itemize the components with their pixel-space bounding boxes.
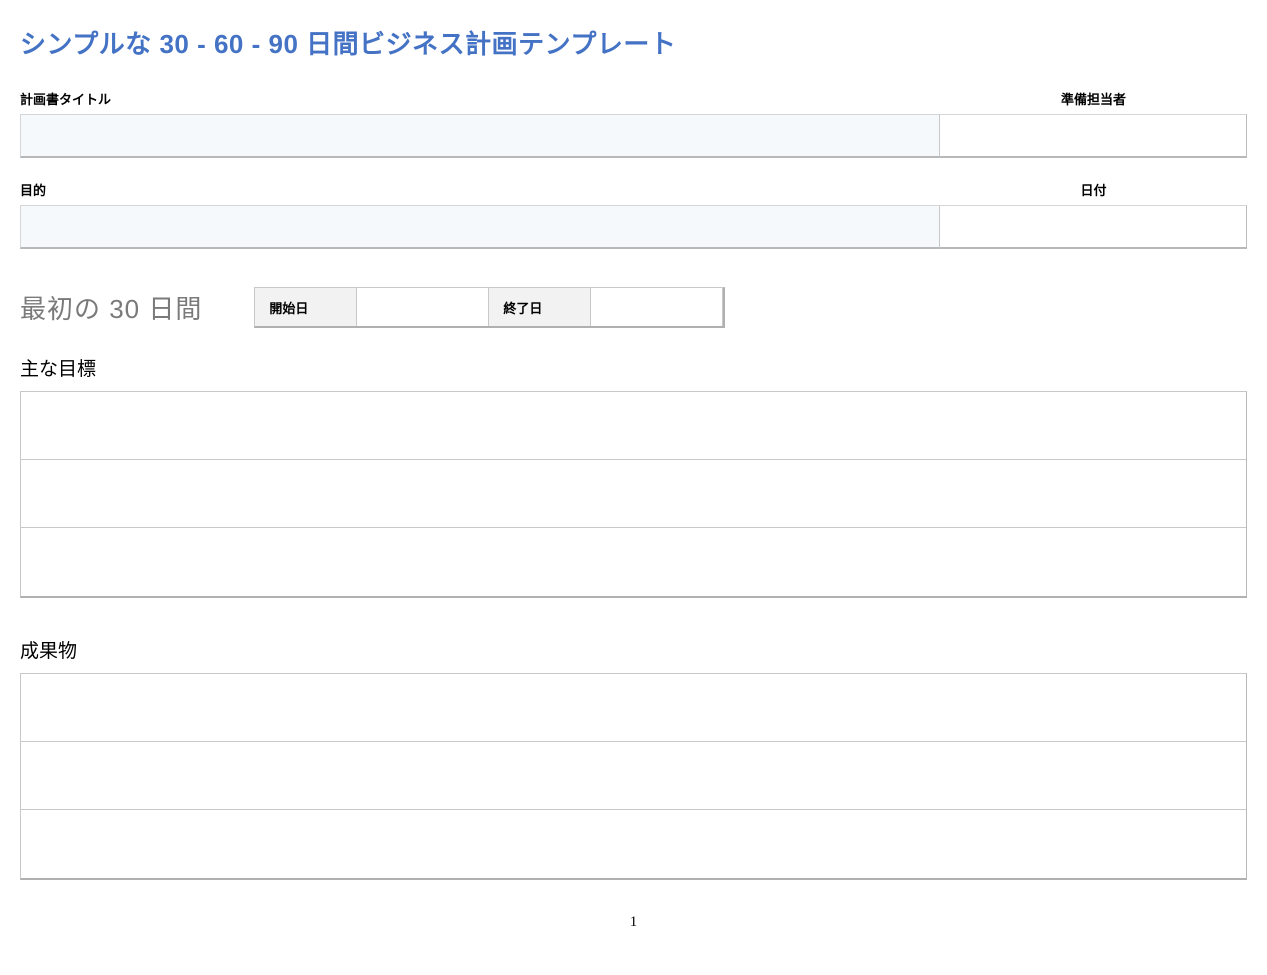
page-number: 1 xyxy=(20,914,1247,931)
page-title: シンプルな 30 - 60 - 90 日間ビジネス計画テンプレート xyxy=(20,24,1247,61)
header-row-title: 計画書タイトル 準備担当者 xyxy=(20,89,1247,158)
section-title-first-30-days: 最初の 30 日間 xyxy=(20,289,202,326)
goal-row-3[interactable] xyxy=(21,528,1246,596)
header-row-purpose: 目的 日付 xyxy=(20,180,1247,249)
section-head-row: 最初の 30 日間 開始日 終了日 xyxy=(20,287,1247,328)
goals-table xyxy=(20,391,1247,598)
heading-deliverables: 成果物 xyxy=(20,636,1247,663)
label-end-date: 終了日 xyxy=(489,288,591,326)
input-end-date[interactable] xyxy=(591,288,723,326)
label-prepared-by: 準備担当者 xyxy=(940,89,1247,108)
label-date: 日付 xyxy=(940,180,1247,199)
input-purpose[interactable] xyxy=(20,205,940,249)
goal-row-2[interactable] xyxy=(21,460,1246,528)
deliverable-row-3[interactable] xyxy=(21,810,1246,878)
deliverable-row-2[interactable] xyxy=(21,742,1246,810)
label-start-date: 開始日 xyxy=(255,288,357,326)
heading-main-goals: 主な目標 xyxy=(20,354,1247,381)
input-date[interactable] xyxy=(940,205,1247,249)
date-range-table: 開始日 終了日 xyxy=(254,287,725,328)
input-start-date[interactable] xyxy=(357,288,489,326)
deliverable-row-1[interactable] xyxy=(21,674,1246,742)
input-plan-title[interactable] xyxy=(20,114,940,158)
goal-row-1[interactable] xyxy=(21,392,1246,460)
label-plan-title: 計画書タイトル xyxy=(20,89,940,108)
label-purpose: 目的 xyxy=(20,180,940,199)
deliverables-table xyxy=(20,673,1247,880)
input-prepared-by[interactable] xyxy=(940,114,1247,158)
